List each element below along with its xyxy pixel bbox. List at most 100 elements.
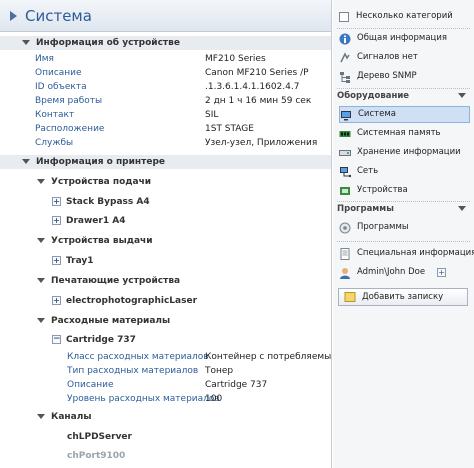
document-icon — [339, 247, 351, 260]
checkbox-icon[interactable] — [339, 11, 349, 22]
prop-row: Расположение 1ST STAGE — [0, 122, 331, 136]
prop-key: Тип расходных материалов — [67, 366, 199, 376]
category-sidebar: Несколько категорий Общая информация Сиг… — [333, 0, 474, 468]
group-supplies[interactable]: Расходные материалы — [0, 314, 331, 328]
snmp-tree-icon — [339, 71, 351, 83]
sidebar-group-programs[interactable]: Программы — [337, 201, 470, 217]
add-note-button[interactable]: Добавить записку — [338, 288, 468, 306]
prop-value: .1.3.6.1.4.1.1602.4.7 — [205, 82, 300, 92]
prop-value: 100 — [205, 394, 223, 404]
prop-key: Класс расходных материалов — [67, 352, 209, 362]
expand-plus-icon[interactable]: + — [52, 296, 61, 305]
expand-plus-icon[interactable]: + — [437, 268, 447, 277]
sidebar-item-label: Дерево SNMP — [357, 71, 417, 81]
sidebar-item-general[interactable]: Общая информация — [339, 30, 470, 47]
section-device-info[interactable]: Информация об устройстве — [0, 36, 331, 50]
collapse-arrow-icon — [22, 40, 30, 45]
section-title: Информация об устройстве — [36, 38, 180, 48]
group-title: Программы — [337, 204, 394, 214]
prop-key: ID объекта — [35, 82, 87, 92]
sidebar-item-label: Устройства — [357, 185, 408, 195]
prop-key: Уровень расходных материалов — [67, 394, 220, 404]
tree-item[interactable]: + Stack Bypass A4 — [0, 195, 331, 209]
sidebar-item-label: Специальная информация — [357, 248, 474, 258]
sidebar-group-hardware[interactable]: Оборудование — [337, 88, 470, 104]
group-title: Печатающие устройства — [51, 276, 181, 286]
prop-value: Тонер — [205, 366, 234, 376]
tree-item-label: chPort9100 — [67, 451, 126, 461]
expand-plus-icon[interactable]: + — [52, 256, 61, 265]
collapse-arrow-icon[interactable] — [458, 206, 466, 211]
collapse-arrow-icon[interactable] — [458, 93, 466, 98]
tree-item[interactable]: chPort9100 — [0, 449, 331, 463]
sidebar-item-programs[interactable]: Программы — [339, 219, 470, 236]
prop-key: Расположение — [35, 124, 105, 134]
prop-value: MF210 Series — [205, 54, 266, 64]
prop-key: Службы — [35, 138, 74, 148]
tree-item[interactable]: + Tray1 — [0, 254, 331, 268]
tree-item-label: Cartridge 737 — [66, 335, 136, 345]
expand-plus-icon[interactable]: + — [52, 197, 61, 206]
no-signal-icon — [339, 51, 351, 64]
tree-item-expanded[interactable]: − Cartridge 737 — [0, 333, 331, 347]
collapse-arrow-icon — [37, 278, 45, 283]
sidebar-item-traps[interactable]: Сигналов нет — [339, 49, 470, 66]
divider — [337, 28, 470, 29]
sidebar-item-memory[interactable]: Системная память — [339, 125, 470, 142]
group-title: Расходные материалы — [51, 316, 171, 326]
sidebar-item-system[interactable]: Система — [339, 106, 470, 123]
devices-icon — [339, 185, 351, 197]
prop-key: Описание — [67, 380, 114, 390]
group-title: Устройства выдачи — [51, 236, 153, 246]
section-title: Информация о принтере — [36, 157, 165, 167]
group-title: Устройства подачи — [51, 177, 152, 187]
prop-key: Время работы — [35, 96, 103, 106]
sidebar-item-special-info[interactable]: Специальная информация — [339, 245, 474, 262]
storage-icon — [339, 147, 351, 159]
prop-value: 2 дн 1 ч 16 мин 59 сек — [205, 96, 312, 106]
prop-value: Cartridge 737 — [205, 380, 268, 390]
collapse-arrow-icon — [37, 179, 45, 184]
tree-item-label: electrophotographicLaser — [66, 296, 198, 306]
group-markers[interactable]: Печатающие устройства — [0, 274, 331, 288]
prop-row: Имя MF210 Series — [0, 52, 331, 66]
several-categories-checkbox[interactable]: Несколько категорий — [339, 8, 470, 25]
prop-row: Описание Canon MF210 Series /P — [0, 66, 331, 80]
network-icon — [339, 166, 352, 178]
section-printer-info[interactable]: Информация о принтере — [0, 155, 331, 169]
group-channels[interactable]: Каналы — [0, 410, 331, 424]
prop-key: Имя — [35, 54, 54, 64]
sidebar-item-label: Хранение информации — [357, 147, 461, 157]
page-title: Система — [25, 6, 92, 25]
tree-item[interactable]: chLPDServer — [0, 430, 331, 444]
collapse-arrow-icon — [22, 159, 30, 164]
tree-item[interactable]: + Drawer1 A4 — [0, 214, 331, 228]
sidebar-item-label: Система — [358, 109, 396, 119]
group-title: Оборудование — [337, 91, 410, 101]
expand-plus-icon[interactable]: + — [52, 216, 61, 225]
expand-arrow-icon[interactable] — [10, 10, 17, 21]
sidebar-item-user[interactable]: Admin\John Doe + — [339, 264, 470, 281]
group-output-trays[interactable]: Устройства выдачи — [0, 234, 331, 248]
group-input-trays[interactable]: Устройства подачи — [0, 175, 331, 189]
programs-icon — [339, 222, 351, 234]
title-bar: Система — [0, 0, 331, 32]
sidebar-item-network[interactable]: Сеть — [339, 163, 470, 180]
sidebar-item-label: Admin\John Doe — [357, 267, 426, 277]
sidebar-item-snmp-tree[interactable]: Дерево SNMP — [339, 68, 470, 85]
user-icon — [339, 267, 351, 279]
divider — [337, 241, 470, 242]
sidebar-item-storage[interactable]: Хранение информации — [339, 144, 470, 161]
collapse-arrow-icon — [37, 238, 45, 243]
prop-row: Описание Cartridge 737 — [0, 378, 331, 392]
memory-icon — [339, 128, 351, 140]
add-note-label: Добавить записку — [362, 292, 444, 302]
tree-item-label: Drawer1 A4 — [66, 216, 126, 226]
details-pane: Система Информация об устройстве Имя MF21… — [0, 0, 332, 468]
collapse-minus-icon[interactable]: − — [52, 335, 61, 344]
collapse-arrow-icon — [37, 414, 45, 419]
prop-key: Контакт — [35, 110, 75, 120]
note-icon — [344, 291, 356, 303]
sidebar-item-devices[interactable]: Устройства — [339, 182, 470, 199]
tree-item[interactable]: + electrophotographicLaser — [0, 294, 331, 308]
